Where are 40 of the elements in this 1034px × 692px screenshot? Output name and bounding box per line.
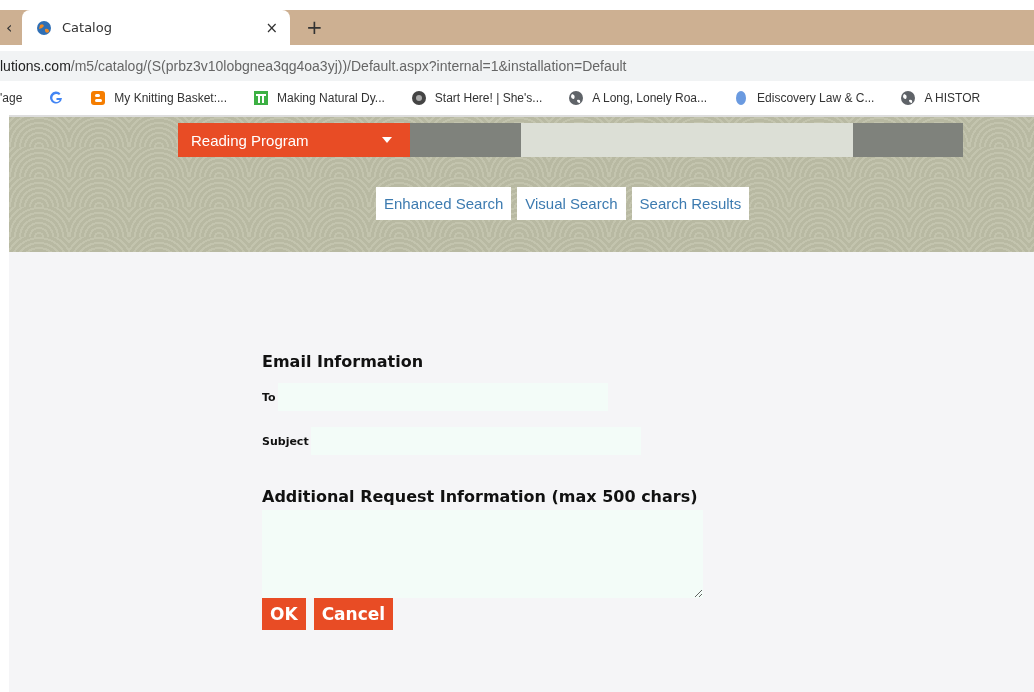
cancel-button[interactable]: Cancel	[313, 598, 394, 630]
bookmark[interactable]: 'age	[0, 91, 23, 105]
section-heading: Email Information	[262, 352, 424, 371]
nav-link[interactable]: Visual Search	[517, 187, 626, 220]
bookmark-label: My Knitting Basket:...	[114, 91, 228, 105]
bookmark[interactable]: Start Here! | She's...	[410, 90, 543, 106]
bookmark-label: Ediscovery Law & C...	[757, 91, 875, 105]
globe-icon	[568, 90, 585, 106]
bookmark-label: A HISTOR	[924, 91, 981, 105]
bookmark-label: Making Natural Dy...	[277, 91, 385, 105]
field-label: Subject	[262, 434, 309, 448]
bookmark-label: A Long, Lonely Roa...	[592, 91, 708, 105]
bookmark[interactable]: A Long, Lonely Roa...	[568, 90, 708, 106]
bookmark[interactable]: A HISTOR	[900, 90, 981, 106]
globe-icon	[36, 19, 52, 36]
search-field[interactable]	[521, 123, 853, 157]
new-tab-button[interactable]: +	[306, 10, 323, 45]
nav-link[interactable]: Search Results	[631, 187, 750, 220]
tab-title: Catalog	[62, 20, 113, 35]
google-icon	[48, 90, 65, 106]
program-dropdown[interactable]: Reading Program	[178, 123, 410, 157]
bookmark[interactable]: Ediscovery Law & C...	[733, 90, 875, 106]
request-textarea[interactable]	[262, 510, 703, 598]
bookmark-icon	[253, 90, 270, 106]
caret-icon	[382, 137, 392, 143]
globe-icon	[900, 90, 917, 106]
bookmark-icon	[90, 90, 107, 106]
bookmark-icon	[410, 90, 427, 106]
browser-tab[interactable]: Catalog ×	[22, 10, 290, 45]
section-heading: Additional Request Information (max 500 chars)	[262, 487, 698, 506]
bookmark[interactable]: My Knitting Basket:...	[90, 90, 228, 106]
scroll-tabs-button[interactable]: ‹	[0, 10, 22, 45]
nav-link[interactable]: Enhanced Search	[376, 187, 512, 220]
bookmark[interactable]: Making Natural Dy...	[253, 90, 385, 106]
bookmark-label: Start Here! | She's...	[434, 91, 543, 105]
ok-button[interactable]: OK	[262, 598, 306, 630]
field-label: To	[262, 390, 276, 404]
address-bar[interactable]: lutions.com/m5/catalog/(S(prbz3v10lobgnea3qg4oa3yj))/Default.aspx?internal=1&installation=Default	[0, 51, 1034, 81]
bookmark[interactable]	[48, 90, 65, 106]
close-icon[interactable]: ×	[265, 18, 278, 37]
